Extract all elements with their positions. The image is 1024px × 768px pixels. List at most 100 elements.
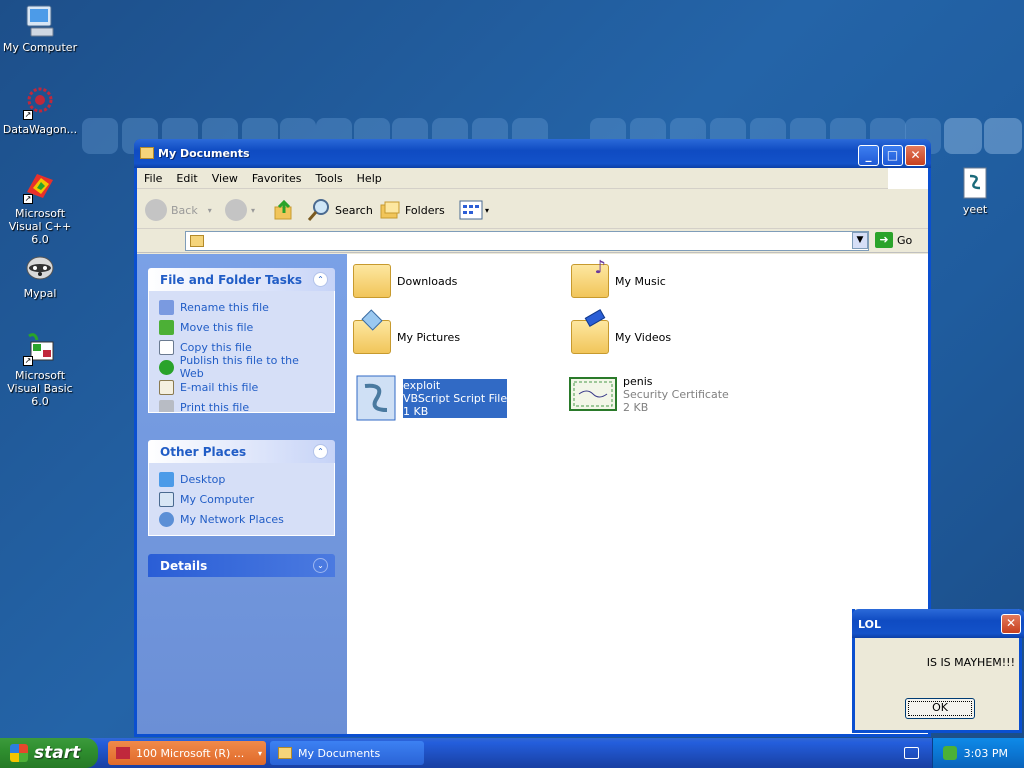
back-label: Back: [171, 203, 198, 217]
file-item-downloads[interactable]: Downloads: [353, 264, 457, 298]
desktop-icon-visual-cpp[interactable]: ↗ Microsoft Visual C++ 6.0: [0, 170, 80, 246]
folder-icon: [190, 235, 204, 247]
address-bar: ▼ ➜ Go: [137, 229, 928, 253]
go-label: Go: [897, 233, 913, 247]
explorer-window: My Documents _ □ ✕ File Edit View Favorites…: [134, 139, 931, 737]
back-dropdown-icon[interactable]: ▾: [208, 206, 212, 215]
tray-app-icon[interactable]: [943, 746, 957, 760]
up-folder-button[interactable]: [273, 197, 295, 223]
other-places-panel: Other Places ⌃ Desktop My Computer My Ne…: [148, 440, 335, 536]
menu-bar: File Edit View Favorites Tools Help: [137, 168, 928, 189]
visual-basic-icon: ↗: [23, 332, 57, 366]
details-panel: Details ⌄: [148, 554, 335, 577]
task-print[interactable]: Print this file: [159, 397, 324, 413]
search-button[interactable]: Search: [307, 197, 373, 223]
file-list: Downloads ♪ My Music My Pictures My Vide…: [347, 254, 928, 734]
shortcut-arrow-icon: ↗: [23, 194, 33, 204]
views-button[interactable]: ▾: [459, 197, 489, 223]
windows-logo-slot: [888, 168, 928, 189]
file-name: Downloads: [397, 274, 458, 288]
task-email[interactable]: E-mail this file: [159, 377, 324, 397]
videos-folder-icon: [571, 309, 609, 354]
pictures-folder-icon: [353, 309, 391, 354]
menu-edit[interactable]: Edit: [169, 168, 204, 189]
menu-help[interactable]: Help: [350, 168, 389, 189]
taskbar: start 100 Microsoft (R) ... ▾ My Documen…: [0, 738, 1024, 768]
keyboard-icon[interactable]: [904, 747, 919, 759]
desktop-icon-label: Microsoft Visual C++ 6.0: [8, 207, 72, 246]
taskbar-task-microsoft[interactable]: 100 Microsoft (R) ... ▾: [108, 741, 266, 765]
views-dropdown-icon: ▾: [485, 205, 490, 215]
desktop-icon-yeet[interactable]: yeet: [935, 166, 1015, 216]
file-folder-tasks-panel: File and Folder Tasks ⌃ Rename this file…: [148, 268, 335, 413]
file-item-my-pictures[interactable]: My Pictures: [353, 309, 460, 354]
file-size: 1 KB: [403, 404, 429, 418]
globe-icon: [159, 359, 174, 375]
dialog-titlebar[interactable]: LOL ✕: [852, 609, 1024, 638]
address-input[interactable]: [185, 231, 869, 251]
panel-body: Desktop My Computer My Network Places: [148, 463, 335, 536]
address-dropdown-button[interactable]: ▼: [852, 232, 868, 249]
back-button[interactable]: Back ▾: [145, 197, 212, 223]
desktop-icon-my-computer[interactable]: My Computer: [0, 4, 80, 54]
task-label: Print this file: [180, 400, 250, 413]
desktop-icon-mypal[interactable]: Mypal: [0, 250, 80, 300]
expand-chevron-icon[interactable]: ⌄: [313, 558, 328, 573]
menu-favorites[interactable]: Favorites: [245, 168, 309, 189]
file-item-my-videos[interactable]: My Videos: [571, 309, 672, 354]
file-item-penis[interactable]: penis Security Certificate 2 KB: [569, 374, 729, 414]
folders-icon: [380, 201, 400, 219]
go-button[interactable]: ➜ Go: [875, 232, 912, 248]
task-pane: File and Folder Tasks ⌃ Rename this file…: [137, 254, 347, 734]
task-move[interactable]: Move this file: [159, 317, 324, 337]
taskbar-task-my-documents[interactable]: My Documents: [270, 741, 424, 765]
task-label: Publish this file to the Web: [179, 354, 299, 380]
dialog-ok-button[interactable]: OK: [905, 698, 975, 719]
desktop-icon-datawagon[interactable]: ↗ DataWagon...: [0, 86, 80, 136]
place-desktop[interactable]: Desktop: [159, 469, 324, 489]
place-my-computer[interactable]: My Computer: [159, 489, 324, 509]
shortcut-arrow-icon: ↗: [23, 356, 33, 366]
panel-header[interactable]: Details ⌄: [148, 554, 335, 577]
forward-button[interactable]: ▾: [225, 197, 255, 223]
maximize-button[interactable]: □: [882, 145, 903, 166]
views-icon: [459, 200, 483, 220]
panel-title: Details: [160, 559, 208, 573]
clock[interactable]: 3:03 PM: [964, 747, 1008, 760]
folders-label: Folders: [405, 203, 445, 217]
file-name: My Music: [615, 274, 666, 288]
network-icon: [159, 511, 174, 527]
file-name: exploit: [403, 378, 441, 392]
dialog-close-button[interactable]: ✕: [1001, 614, 1021, 634]
desktop-icon-visual-basic[interactable]: ↗ Microsoft Visual Basic 6.0: [0, 332, 80, 408]
menu-view[interactable]: View: [205, 168, 245, 189]
collapse-chevron-icon[interactable]: ⌃: [313, 272, 328, 287]
file-item-my-music[interactable]: ♪ My Music: [571, 257, 666, 298]
file-name: My Videos: [615, 330, 672, 344]
collapse-chevron-icon[interactable]: ⌃: [313, 444, 328, 459]
folder-icon: [140, 147, 154, 159]
move-icon: [159, 319, 174, 335]
task-rename[interactable]: Rename this file: [159, 297, 324, 317]
folders-button[interactable]: Folders: [379, 197, 445, 223]
start-button[interactable]: start: [0, 738, 98, 768]
task-publish[interactable]: Publish this file to the Web: [159, 354, 324, 380]
panel-header[interactable]: File and Folder Tasks ⌃: [148, 268, 335, 291]
dialog-title: LOL: [858, 618, 881, 631]
menu-file[interactable]: File: [137, 168, 169, 189]
panel-header[interactable]: Other Places ⌃: [148, 440, 335, 463]
toolbar: Back ▾ ▾ Search Folders ▾: [137, 189, 928, 229]
group-dropdown-icon: ▾: [257, 748, 262, 758]
folder-icon: [278, 747, 292, 759]
file-type: VBScript Script File: [403, 391, 508, 405]
forward-dropdown-icon[interactable]: ▾: [251, 206, 255, 215]
place-network[interactable]: My Network Places: [159, 509, 324, 529]
close-button[interactable]: ✕: [905, 145, 926, 166]
file-item-exploit[interactable]: exploit VBScript Script File 1 KB: [355, 374, 508, 422]
menu-tools[interactable]: Tools: [309, 168, 350, 189]
datawagon-icon: ↗: [23, 86, 57, 120]
desktop-icon: [159, 471, 174, 487]
window-titlebar[interactable]: My Documents _ □ ✕: [134, 139, 931, 168]
up-folder-icon: [274, 199, 292, 220]
minimize-button[interactable]: _: [858, 145, 879, 166]
